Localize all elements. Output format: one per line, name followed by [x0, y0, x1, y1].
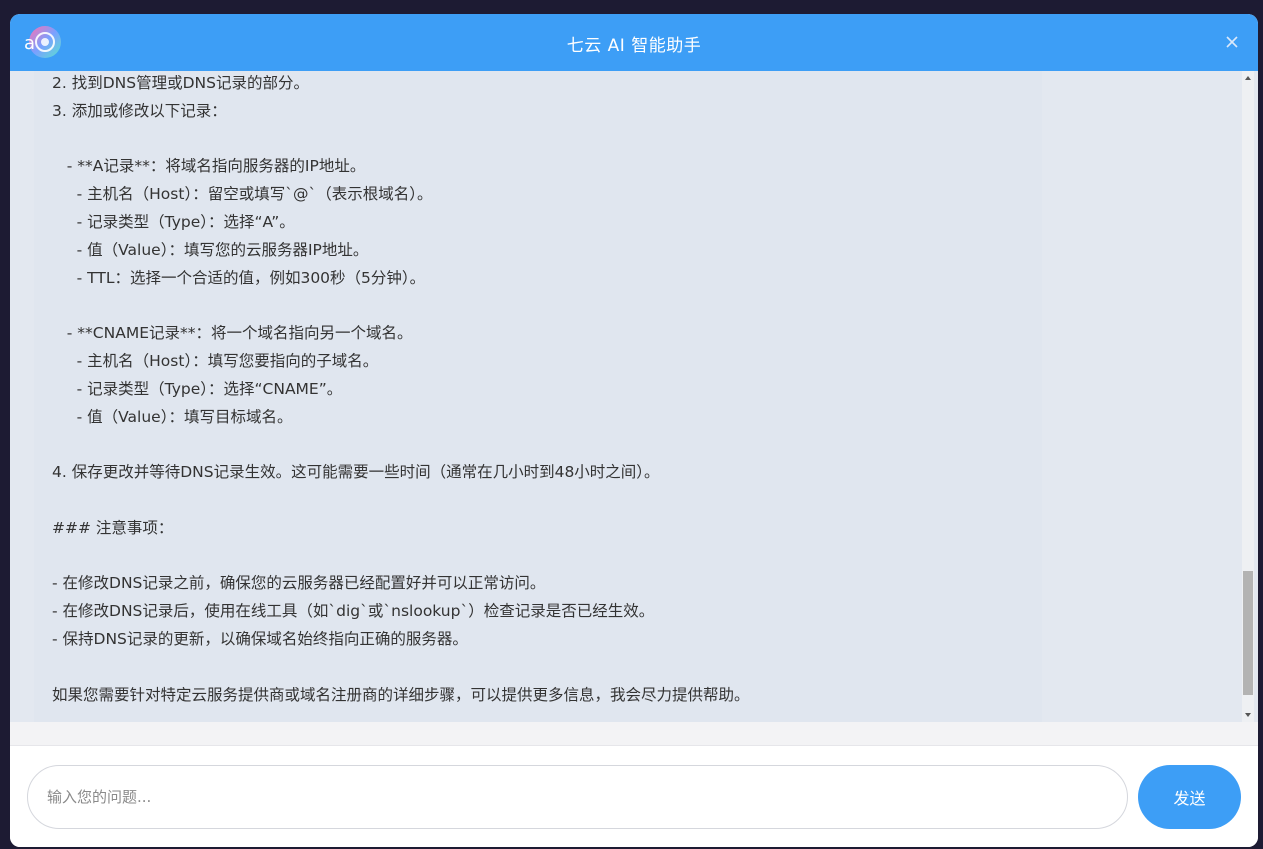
send-button[interactable]: 发送 [1138, 765, 1241, 829]
message-line [52, 126, 1024, 154]
assistant-message: 2. 找到DNS管理或DNS记录的部分。 3. 添加或修改以下记录： - **A记… [34, 71, 1042, 722]
message-line: - 在修改DNS记录之前，确保您的云服务器已经配置好并可以正常访问。 [52, 574, 546, 593]
message-line: 4. 保存更改并等待DNS记录生效。这可能需要一些时间（通常在几小时到48小时之… [52, 463, 660, 482]
message-line: - TTL：选择一个合适的值，例如300秒（5分钟）。 [52, 268, 426, 287]
message-line: 如果您需要针对特定云服务提供商或域名注册商的详细步骤，可以提供更多信息，我会尽力… [52, 685, 750, 704]
message-line: - 主机名（Host）：留空或填写`@`（表示根域名）。 [52, 185, 433, 204]
question-input[interactable] [27, 765, 1128, 829]
scrollbar-thumb[interactable] [1243, 571, 1253, 695]
message-line: - **A记录**：将域名指向服务器的IP地址。 [52, 157, 366, 176]
message-line: - 在修改DNS记录后，使用在线工具（如`dig`或`nslookup`）检查记… [52, 602, 655, 621]
message-line: - 保持DNS记录的更新，以确保域名始终指向正确的服务器。 [52, 629, 468, 648]
scrollbar[interactable] [1242, 71, 1254, 722]
close-icon[interactable] [1224, 34, 1240, 50]
message-line: ### 注意事项： [52, 518, 174, 537]
message-line [52, 487, 1024, 515]
message-line [52, 654, 1024, 682]
input-bar: 发送 [10, 745, 1258, 847]
message-line [52, 431, 1024, 459]
message-line: 3. 添加或修改以下记录： [52, 101, 227, 120]
chat-window: a 七云 AI 智能助手 2. 找到DNS管理或DNS记录的部分。 3. 添加或修… [10, 14, 1258, 847]
scroll-down-arrow-icon[interactable] [1242, 708, 1254, 722]
message-line [52, 292, 1024, 320]
page-title: 七云 AI 智能助手 [566, 36, 702, 56]
message-line [52, 543, 1024, 571]
title-bar: a 七云 AI 智能助手 [10, 14, 1258, 71]
message-line: - **CNAME记录**：将一个域名指向另一个域名。 [52, 324, 413, 343]
chat-messages-area[interactable]: 2. 找到DNS管理或DNS记录的部分。 3. 添加或修改以下记录： - **A记… [10, 71, 1258, 722]
message-line: 2. 找到DNS管理或DNS记录的部分。 [52, 74, 309, 92]
scroll-up-arrow-icon[interactable] [1242, 71, 1254, 85]
message-line: - 记录类型（Type）：选择“CNAME”。 [52, 379, 343, 398]
message-line: - 值（Value）：填写目标域名。 [52, 407, 293, 426]
message-line: - 主机名（Host）：填写您要指向的子域名。 [52, 351, 379, 370]
message-line: - 记录类型（Type）：选择“A”。 [52, 212, 295, 231]
message-line: - 值（Value）：填写您的云服务器IP地址。 [52, 240, 369, 259]
